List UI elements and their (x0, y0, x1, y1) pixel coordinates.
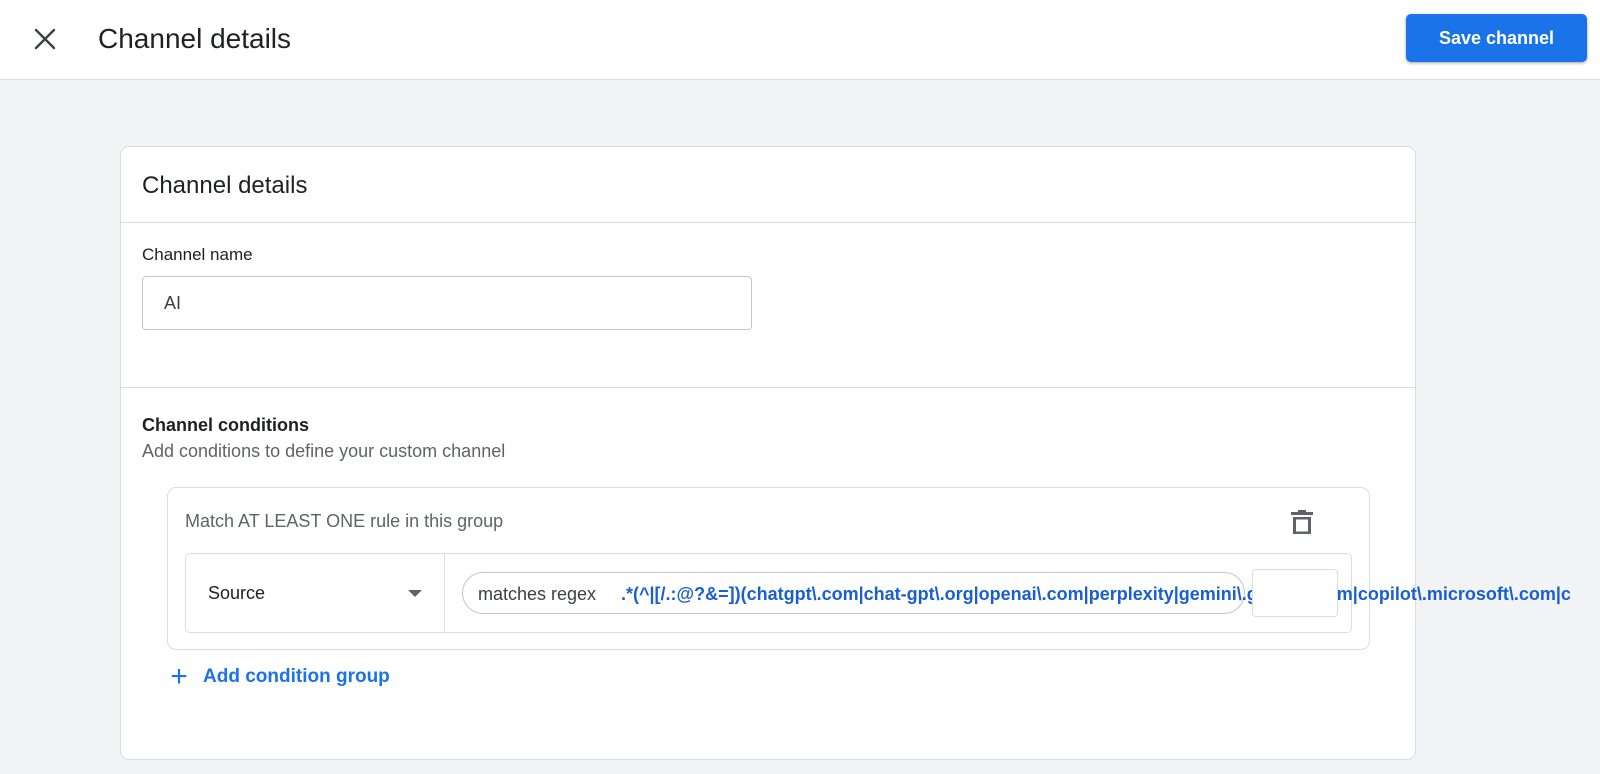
plus-icon: + (170, 660, 188, 693)
add-condition-group-button[interactable]: + Add condition group (167, 662, 390, 692)
delete-group-button[interactable] (1284, 504, 1320, 540)
dimension-dropdown-value: Source (208, 583, 266, 603)
channel-name-input[interactable] (142, 276, 752, 330)
condition-value: .*(^|[/.:@?&=])(chatgpt\.com|chat-gpt\.o… (621, 584, 1571, 604)
divider (121, 387, 1415, 388)
condition-chip[interactable]: matches regex .*(^|[/.:@?&=])(chatgpt\.c… (462, 572, 1571, 614)
channel-details-card: Channel details Channel name Channel con… (120, 146, 1571, 760)
close-icon (34, 28, 56, 50)
condition-group-label: Match AT LEAST ONE rule in this group (185, 511, 504, 531)
close-button[interactable] (26, 20, 64, 58)
dimension-dropdown[interactable]: Source (186, 554, 445, 632)
condition-rule: Source matches regex .*(^|[/.:@?&=])(cha… (185, 553, 1571, 633)
save-channel-button[interactable]: Save channel (1406, 14, 1587, 62)
condition-operator: matches regex (478, 584, 597, 604)
dropdown-arrow-icon (408, 590, 422, 597)
condition-group: Match AT LEAST ONE rule in this group So… (167, 487, 1571, 650)
channel-conditions-subtitle: Add conditions to define your custom cha… (142, 441, 506, 461)
top-bar: Channel details Save channel (0, 0, 1600, 80)
channel-name-label: Channel name (142, 245, 253, 264)
edit-condition-button[interactable] (1252, 569, 1338, 617)
divider (121, 222, 1415, 223)
page-title: Channel details (98, 23, 292, 54)
channel-conditions-title: Channel conditions (142, 415, 310, 435)
add-condition-group-label: Add condition group (203, 666, 390, 687)
card-title: Channel details (142, 172, 308, 199)
trash-icon (1291, 510, 1313, 534)
